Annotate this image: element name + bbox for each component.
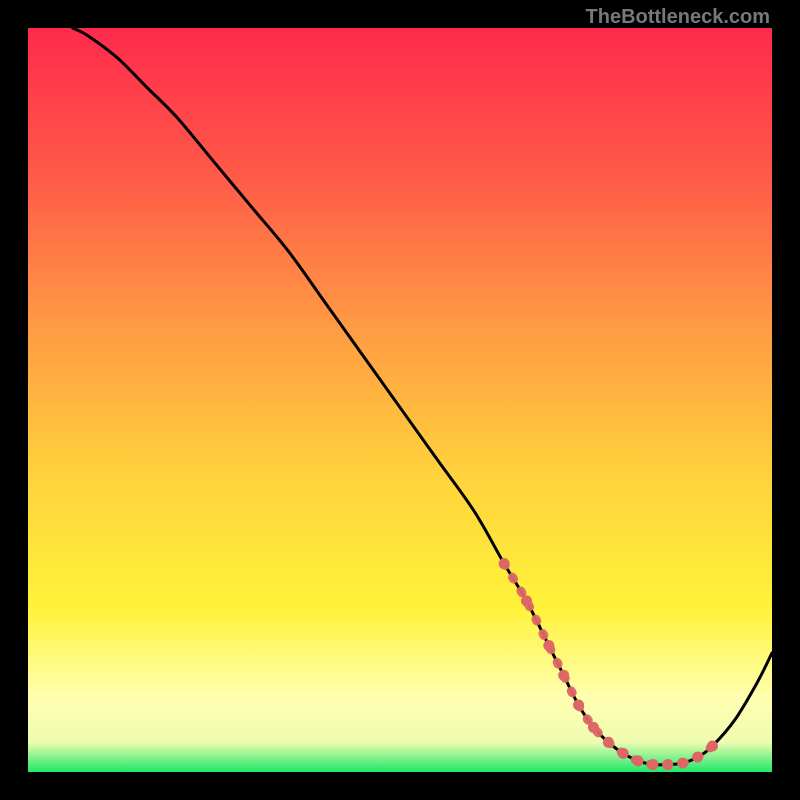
highlight-dot	[647, 759, 658, 770]
highlight-dot	[633, 755, 644, 766]
highlight-dot	[677, 758, 688, 769]
highlight-stroke	[504, 564, 712, 765]
watermark-text: TheBottleneck.com	[586, 6, 770, 29]
highlight-dot	[573, 700, 584, 711]
curve-line	[73, 28, 772, 765]
bottleneck-curve	[28, 28, 772, 772]
highlight-dot	[692, 752, 703, 763]
highlight-dot	[707, 740, 718, 751]
highlight-dot	[603, 737, 614, 748]
highlight-dot	[618, 748, 629, 759]
highlight-dot	[543, 640, 554, 651]
highlight-dot	[662, 759, 673, 770]
highlight-dot	[588, 722, 599, 733]
highlight-dot	[558, 670, 569, 681]
highlight-dot	[499, 558, 510, 569]
chart-plot-area	[28, 28, 772, 772]
highlight-dot	[521, 595, 532, 606]
